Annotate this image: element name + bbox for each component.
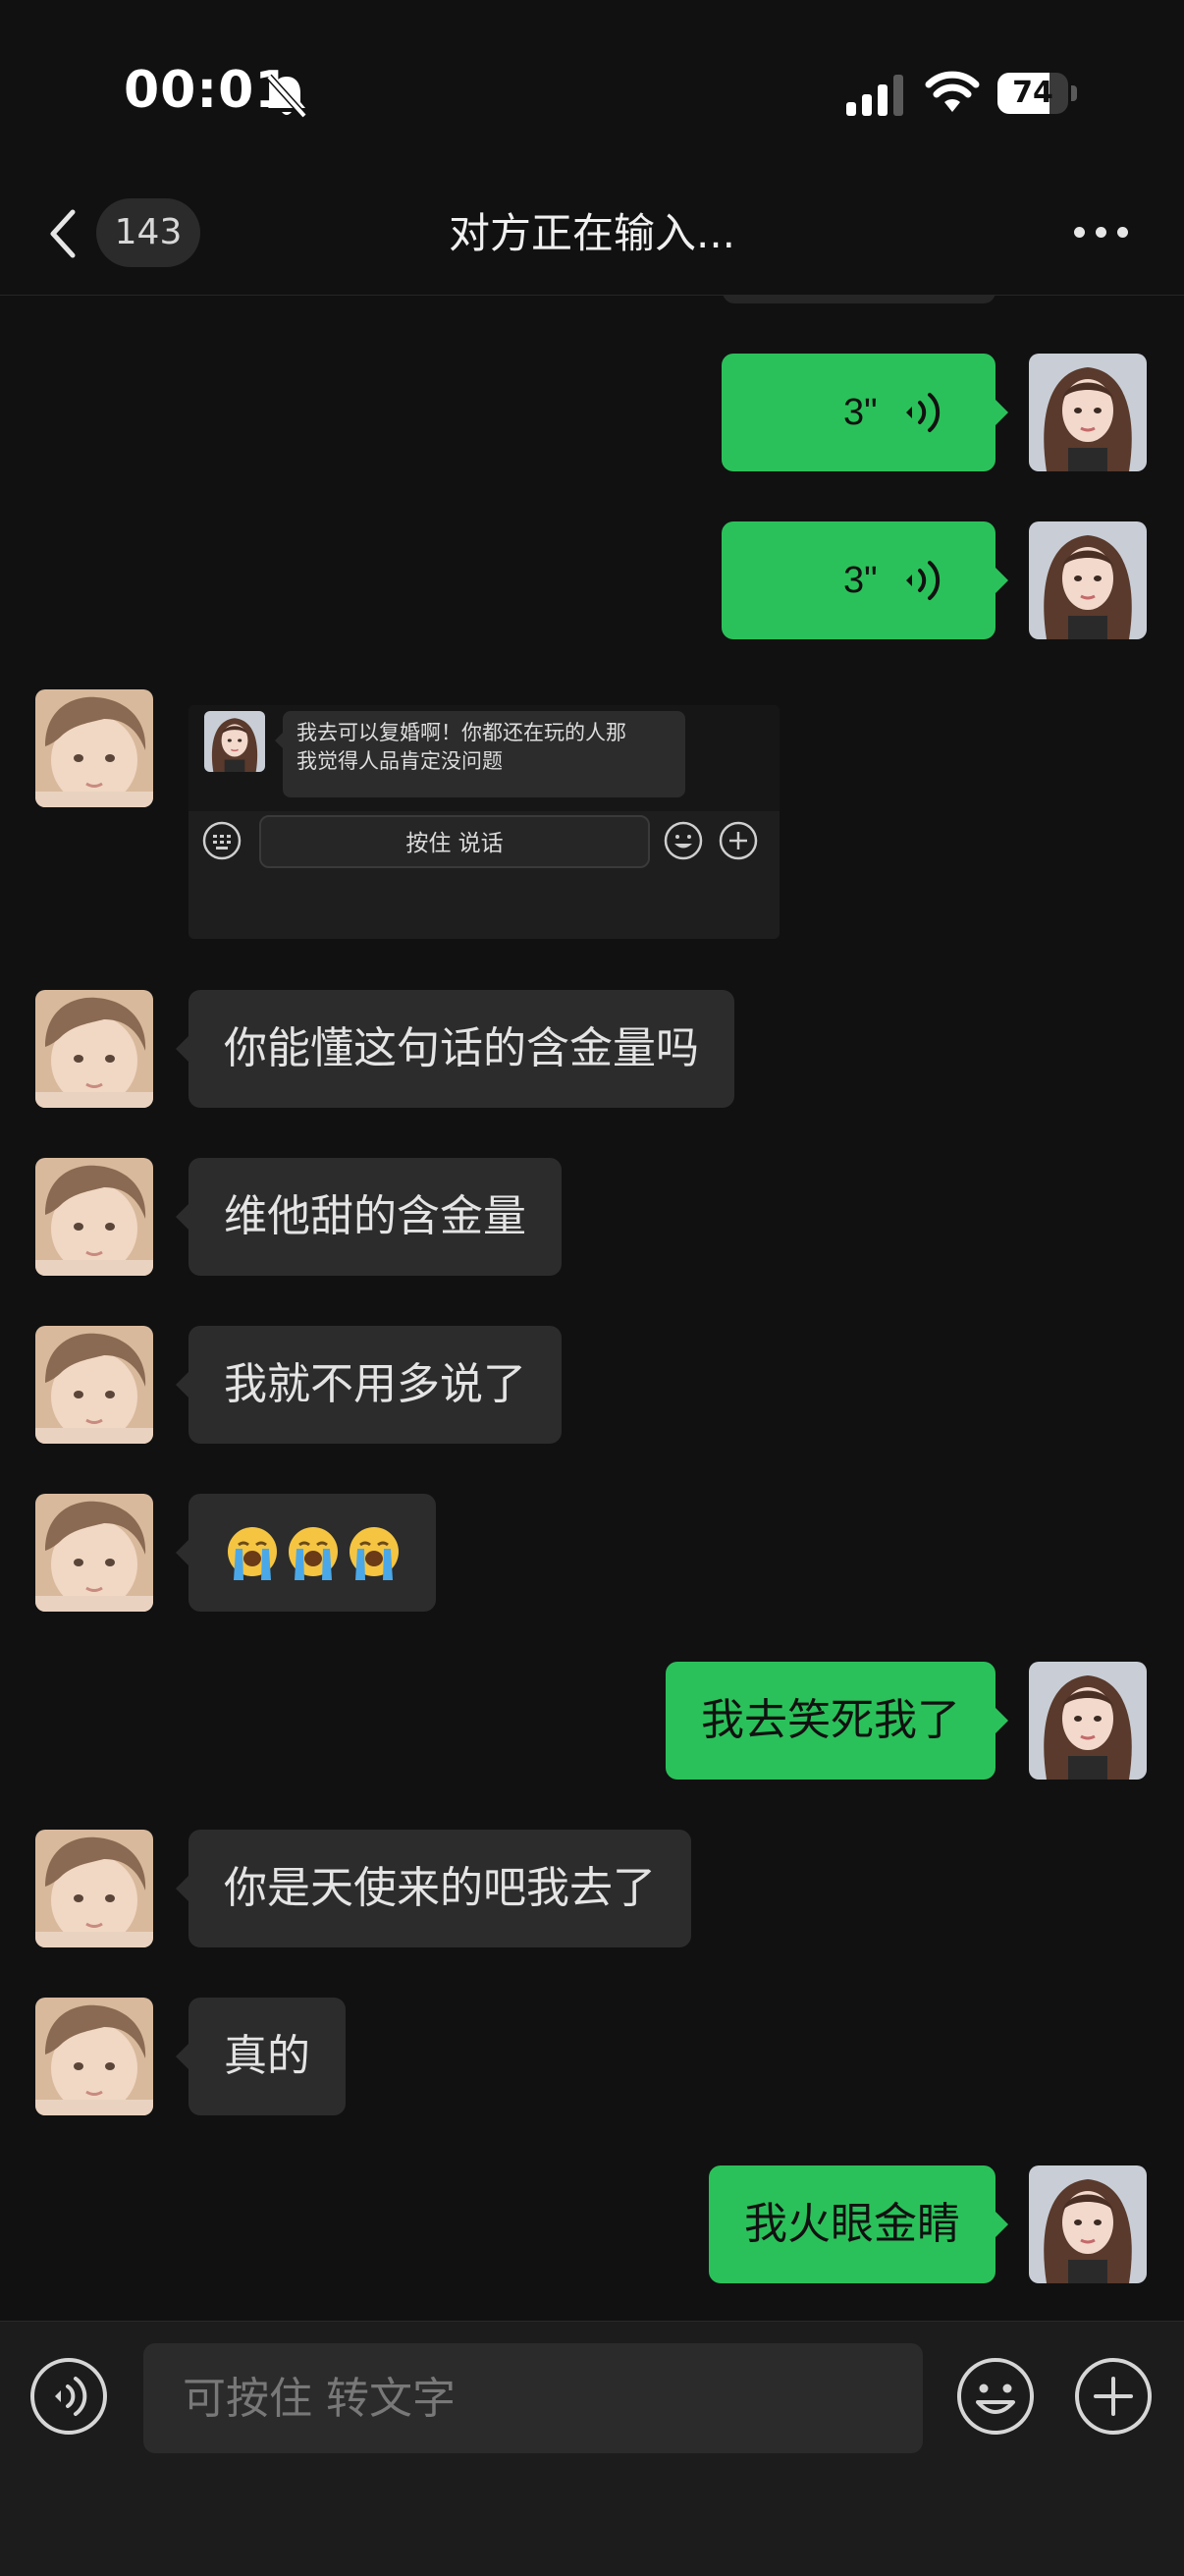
quoted-hold-to-talk: 按住 说话 (259, 815, 650, 868)
message-list[interactable]: 3" 3" (0, 296, 1184, 2321)
hold-to-transcribe-field[interactable] (143, 2343, 923, 2453)
voice-duration: 3" (843, 560, 878, 601)
voice-message-bubble[interactable]: 3" (722, 521, 1008, 639)
voice-wave-icon (902, 559, 949, 602)
quoted-message: 我去可以复婚啊！你都还在玩的人那 我觉得人品肯定没问题 (275, 711, 685, 797)
voice-message-bubble[interactable]: 3" (722, 354, 1008, 471)
my-avatar[interactable] (1029, 354, 1147, 471)
message-row: 3" (0, 521, 1184, 639)
my-avatar[interactable] (1029, 521, 1147, 639)
message-row: 3" (0, 354, 1184, 471)
voice-duration: 3" (843, 392, 878, 433)
signal-icon (846, 75, 903, 116)
voice-wave-icon (902, 391, 949, 434)
battery-percent: 74 (1012, 76, 1053, 110)
wifi-icon (925, 71, 980, 112)
plus-icon[interactable] (1074, 2357, 1153, 2436)
emoji-face-icon[interactable] (956, 2357, 1035, 2436)
back-chevron-icon[interactable] (43, 204, 82, 263)
previous-message-edge (723, 296, 996, 303)
shared-screenshot-image[interactable]: 我去可以复婚啊！你都还在玩的人那 我觉得人品肯定没问题 按住 说话 (188, 705, 780, 939)
quoted-line-2: 我觉得人品肯定没问题 (296, 749, 503, 773)
keyboard-icon (202, 821, 242, 860)
chat-title: 对方正在输入... (448, 209, 736, 257)
emoji-face-icon (664, 821, 703, 860)
silent-bell-icon (266, 74, 307, 119)
status-bar: 00:01 74 (0, 0, 1184, 187)
quoted-line-1: 我去可以复婚啊！你都还在玩的人那 (296, 721, 626, 744)
plus-icon (719, 821, 758, 860)
quoted-avatar (204, 711, 265, 772)
contact-avatar[interactable] (35, 689, 153, 807)
more-icon[interactable] (1072, 218, 1131, 247)
input-bar (0, 2321, 1184, 2576)
unread-count-badge[interactable]: 143 (96, 198, 200, 267)
voice-mode-icon[interactable] (29, 2357, 108, 2436)
battery-icon: 74 (997, 73, 1078, 114)
chat-header: 143 对方正在输入... (0, 187, 1184, 296)
